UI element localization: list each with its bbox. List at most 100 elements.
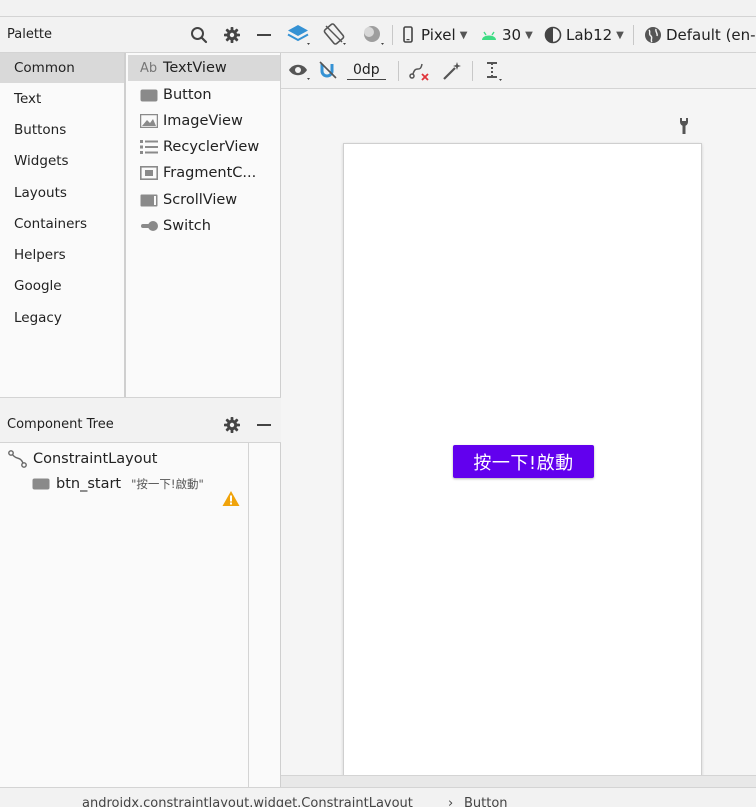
infer-constraints-icon[interactable]	[441, 53, 463, 89]
widget-button[interactable]: Button	[128, 82, 280, 108]
device-selector[interactable]: Pixel ▼	[401, 17, 467, 53]
view-options-icon[interactable]	[288, 53, 312, 89]
horizontal-scrollbar[interactable]	[281, 775, 756, 787]
widget-recyclerview[interactable]: RecyclerView	[128, 134, 280, 160]
widget-label: TextView	[163, 60, 227, 76]
textview-icon: Ab	[140, 60, 158, 76]
category-text[interactable]: Text	[0, 84, 124, 114]
guidelines-icon[interactable]	[482, 53, 506, 89]
constraint-toolbar: 0dp	[281, 53, 756, 89]
left-column: Palette Common Text Buttons Widgets Layo…	[0, 17, 281, 792]
phone-icon	[403, 26, 413, 43]
theme-selector[interactable]: Lab12 ▼	[544, 17, 624, 53]
palette-categories: Common Text Buttons Widgets Layouts Cont…	[0, 53, 126, 397]
category-common[interactable]: Common	[0, 53, 124, 83]
margin-value: 0dp	[347, 62, 386, 80]
breadcrumb-current[interactable]: Button	[464, 796, 508, 807]
api-selector[interactable]: 30 ▼	[480, 17, 533, 53]
design-canvas[interactable]: 按一下!啟動	[281, 89, 756, 777]
palette-widgets: Ab TextView Button ImageView RecyclerVie…	[128, 53, 280, 397]
category-buttons[interactable]: Buttons	[0, 115, 124, 145]
widget-scrollview[interactable]: ScrollView	[128, 187, 280, 213]
tree-side-panel	[249, 443, 280, 792]
warning-icon[interactable]	[222, 490, 240, 507]
widget-label: ScrollView	[163, 192, 238, 208]
category-label: Helpers	[14, 247, 66, 263]
category-helpers[interactable]: Helpers	[0, 240, 124, 270]
widget-label: Switch	[163, 218, 211, 234]
category-label: Widgets	[14, 153, 69, 169]
recyclerview-icon	[140, 140, 158, 154]
panel-divider[interactable]	[0, 397, 281, 407]
minimize-icon[interactable]	[254, 25, 274, 45]
widget-fragmentcontainer[interactable]: FragmentC...	[128, 160, 280, 186]
toolbar-separator	[398, 61, 399, 81]
breadcrumb-separator: ›	[448, 796, 454, 807]
palette-header: Palette	[0, 17, 281, 53]
start-button[interactable]: 按一下!啟動	[453, 445, 594, 478]
tree-item-constraintlayout[interactable]: ConstraintLayout	[8, 447, 157, 471]
tree-item-label: ConstraintLayout	[33, 451, 158, 467]
switch-icon	[140, 219, 158, 233]
component-tree: ConstraintLayout btn_start "按一下!啟動"	[0, 443, 249, 792]
locale-label: Default (en-u	[666, 26, 756, 44]
tree-item-text: "按一下!啟動"	[131, 477, 204, 491]
imageview-icon	[140, 114, 158, 128]
tree-item-label: btn_start	[56, 476, 122, 492]
category-layouts[interactable]: Layouts	[0, 178, 124, 208]
widget-switch[interactable]: Switch	[128, 213, 280, 239]
minimize-icon[interactable]	[254, 415, 274, 435]
category-label: Buttons	[14, 122, 67, 138]
fragment-icon	[140, 166, 158, 180]
button-icon	[32, 478, 50, 490]
wrench-icon[interactable]	[677, 117, 691, 135]
toolbar-separator	[633, 25, 634, 45]
gear-icon[interactable]	[222, 415, 242, 435]
category-label: Containers	[14, 216, 88, 232]
category-google[interactable]: Google	[0, 271, 124, 301]
layers-icon[interactable]	[286, 17, 312, 53]
device-label: Pixel	[421, 26, 456, 44]
api-label: 30	[502, 26, 522, 44]
gear-icon[interactable]	[222, 25, 242, 45]
clear-constraints-icon[interactable]	[408, 53, 430, 89]
orientation-icon[interactable]	[322, 17, 348, 53]
android-icon	[482, 31, 496, 40]
category-label: Text	[14, 91, 42, 107]
widget-label: ImageView	[163, 113, 243, 129]
constraint-layout-icon	[8, 450, 28, 468]
theme-label: Lab12	[566, 26, 613, 44]
design-toolbar: Pixel ▼ 30 ▼ Lab12 ▼ Default (en-u	[281, 17, 756, 53]
widget-imageview[interactable]: ImageView	[128, 108, 280, 134]
autoconnect-icon[interactable]	[318, 53, 340, 89]
toolbar-separator	[392, 25, 393, 45]
widget-label: FragmentC...	[163, 165, 257, 181]
locale-selector[interactable]: Default (en-u	[644, 17, 756, 53]
night-mode-icon[interactable]	[360, 17, 386, 53]
breadcrumb: androidx.constraintlayout.widget.Constra…	[0, 787, 756, 807]
toolbar-separator	[472, 61, 473, 81]
chevron-down-icon: ▼	[616, 29, 624, 41]
category-label: Common	[14, 60, 75, 76]
widget-label: RecyclerView	[163, 139, 260, 155]
device-screen[interactable]: 按一下!啟動	[343, 143, 702, 777]
breadcrumb-path[interactable]: androidx.constraintlayout.widget.Constra…	[82, 796, 413, 807]
chevron-down-icon: ▼	[459, 29, 468, 41]
button-icon	[140, 88, 158, 102]
default-margin[interactable]: 0dp	[347, 53, 386, 89]
palette-title: Palette	[7, 27, 53, 42]
component-tree-header: Component Tree	[0, 407, 281, 443]
category-label: Layouts	[14, 185, 67, 201]
widget-label: Button	[163, 87, 212, 103]
category-legacy[interactable]: Legacy	[0, 303, 124, 333]
chevron-down-icon: ▼	[525, 29, 533, 41]
component-tree-title: Component Tree	[7, 417, 114, 432]
tree-item-btn-start[interactable]: btn_start "按一下!啟動"	[32, 472, 204, 496]
theme-icon	[544, 26, 562, 44]
category-label: Legacy	[14, 310, 62, 326]
category-label: Google	[14, 278, 62, 294]
widget-textview[interactable]: Ab TextView	[128, 55, 280, 81]
search-icon[interactable]	[189, 25, 209, 45]
category-containers[interactable]: Containers	[0, 209, 124, 239]
category-widgets[interactable]: Widgets	[0, 146, 124, 176]
